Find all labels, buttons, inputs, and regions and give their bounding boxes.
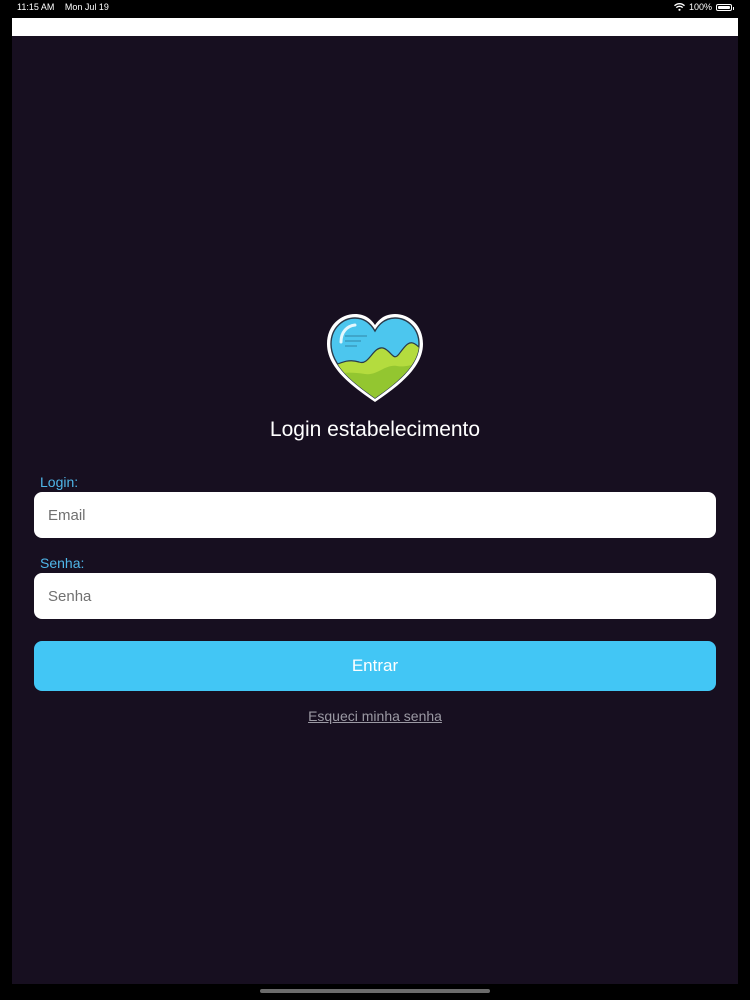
home-indicator [260, 989, 490, 993]
login-sheet: Login estabelecimento Login: Senha: Entr… [12, 18, 738, 984]
status-left: 11:15 AM Mon Jul 19 [17, 2, 117, 12]
password-field[interactable] [34, 573, 716, 619]
login-label: Login: [40, 474, 79, 490]
status-date: Mon Jul 19 [64, 2, 109, 12]
status-right: 100% [673, 2, 734, 12]
password-label: Senha: [40, 555, 85, 571]
heart-landscape-logo [327, 314, 423, 402]
battery-icon [716, 3, 734, 11]
status-time: 11:15 AM [17, 2, 55, 12]
email-field[interactable] [34, 492, 716, 538]
battery-percentage: 100% [688, 2, 712, 12]
wifi-icon [673, 3, 685, 11]
page-title: Login estabelecimento [269, 418, 481, 441]
status-bar: 11:15 AM Mon Jul 19 100% [0, 0, 750, 14]
forgot-password-link[interactable]: Esqueci minha senha [12, 708, 738, 724]
submit-button[interactable]: Entrar [34, 641, 716, 691]
sheet-header-bar [12, 18, 738, 36]
